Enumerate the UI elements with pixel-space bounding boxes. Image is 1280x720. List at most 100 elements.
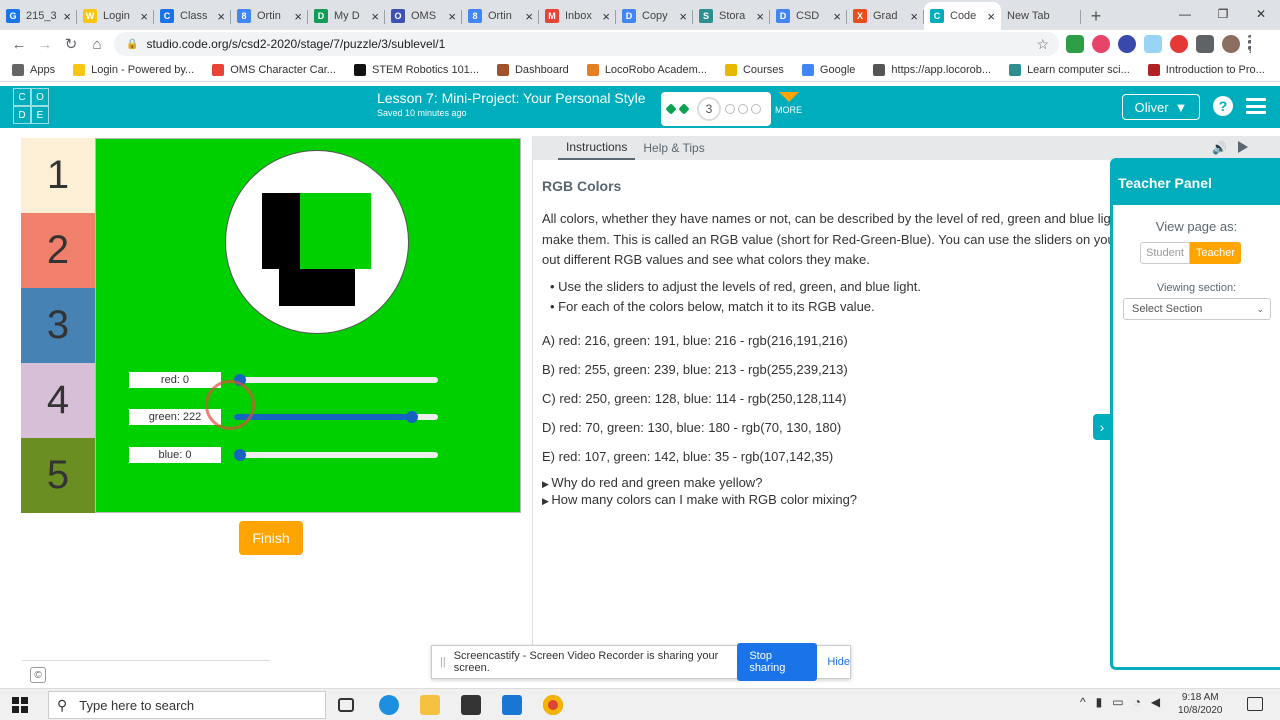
bookmark-item[interactable]: Google bbox=[801, 63, 855, 76]
battery-icon[interactable]: ▭ bbox=[1112, 695, 1123, 709]
stop-sharing-button[interactable]: Stop sharing bbox=[737, 643, 818, 681]
bookmark-star-icon[interactable]: ☆ bbox=[1036, 36, 1049, 53]
store-icon[interactable] bbox=[461, 695, 481, 715]
help-icon[interactable]: ? bbox=[1213, 96, 1233, 116]
level-tile[interactable]: 1 bbox=[21, 138, 95, 213]
minimize-icon[interactable]: — bbox=[1166, 0, 1204, 28]
close-tab-icon[interactable]: × bbox=[63, 9, 71, 24]
browser-tab[interactable]: M Inbox × bbox=[539, 2, 616, 30]
student-view-button[interactable]: Student bbox=[1140, 242, 1190, 264]
volume-icon[interactable]: ◀ bbox=[1151, 695, 1160, 709]
browser-tab[interactable]: D CSD × bbox=[770, 2, 847, 30]
slider-knob[interactable] bbox=[234, 449, 246, 461]
disclosure-rgb-count[interactable]: How many colors can I make with RGB colo… bbox=[542, 492, 1162, 509]
extension-icon[interactable] bbox=[1118, 35, 1136, 53]
close-tab-icon[interactable]: × bbox=[602, 9, 610, 24]
blue-slider[interactable] bbox=[234, 449, 438, 461]
maximize-icon[interactable]: ❐ bbox=[1204, 0, 1242, 28]
current-level-bubble[interactable]: 3 bbox=[697, 97, 721, 121]
hide-button[interactable]: Hide bbox=[827, 656, 850, 668]
close-tab-icon[interactable]: × bbox=[833, 9, 841, 24]
level-tile[interactable]: 4 bbox=[21, 363, 95, 438]
browser-tab[interactable]: 8 Ortin × bbox=[231, 2, 308, 30]
hamburger-menu-icon[interactable] bbox=[1246, 98, 1266, 114]
wifi-icon[interactable]: ◔ bbox=[1134, 695, 1141, 709]
browser-tab[interactable]: D My D × bbox=[308, 2, 385, 30]
level-bubble[interactable] bbox=[725, 104, 735, 114]
level-bubble[interactable] bbox=[751, 104, 761, 114]
url-field[interactable]: 🔒 studio.code.org/s/csd2-2020/stage/7/pu… bbox=[114, 32, 1059, 56]
chrome-icon[interactable] bbox=[543, 695, 563, 715]
browser-tab[interactable]: S Stora × bbox=[693, 2, 770, 30]
close-tab-icon[interactable]: × bbox=[756, 9, 764, 24]
close-tab-icon[interactable]: × bbox=[140, 9, 148, 24]
chrome-menu-icon[interactable] bbox=[1248, 35, 1252, 53]
extension-icon[interactable] bbox=[1092, 35, 1110, 53]
browser-tab[interactable]: 8 Ortin × bbox=[462, 2, 539, 30]
back-arrow-icon[interactable]: ← bbox=[6, 36, 32, 53]
browser-tab[interactable]: W Login × bbox=[77, 2, 154, 30]
completed-level-bubble[interactable] bbox=[665, 103, 677, 115]
taskbar-search-input[interactable]: ⚲ Type here to search bbox=[48, 691, 326, 719]
notification-icon[interactable] bbox=[1247, 697, 1263, 711]
bookmark-item[interactable]: Apps bbox=[12, 63, 55, 76]
drag-handle-icon[interactable]: || bbox=[440, 656, 446, 668]
green-slider[interactable] bbox=[234, 411, 438, 423]
browser-tab[interactable]: C Class × bbox=[154, 2, 231, 30]
browser-tab[interactable]: X Grad × bbox=[847, 2, 924, 30]
usb-icon[interactable]: ▮ bbox=[1096, 695, 1103, 709]
close-tab-icon[interactable]: × bbox=[679, 9, 687, 24]
close-tab-icon[interactable]: × bbox=[217, 9, 225, 24]
bookmark-item[interactable]: OMS Character Car... bbox=[212, 63, 336, 76]
close-tab-icon[interactable]: × bbox=[987, 9, 995, 24]
slider-knob[interactable] bbox=[405, 411, 418, 423]
chevron-up-icon[interactable]: ^ bbox=[1080, 695, 1086, 709]
copyright-icon[interactable]: © bbox=[30, 667, 46, 683]
profile-avatar[interactable] bbox=[1222, 35, 1240, 53]
level-bubble[interactable] bbox=[738, 104, 748, 114]
windows-start-icon[interactable] bbox=[12, 697, 28, 713]
bookmark-item[interactable]: Courses bbox=[724, 63, 784, 76]
extensions-puzzle-icon[interactable] bbox=[1196, 35, 1214, 53]
codeorg-logo[interactable]: C O D E bbox=[13, 88, 49, 124]
level-tile[interactable]: 3 bbox=[21, 288, 95, 363]
bookmark-item[interactable]: LocoRobo Academ... bbox=[586, 63, 707, 76]
close-tab-icon[interactable]: × bbox=[448, 9, 456, 24]
finish-button[interactable]: Finish bbox=[239, 521, 303, 555]
browser-tab[interactable]: C Code × bbox=[924, 2, 1001, 30]
chevron-right-icon[interactable]: › bbox=[1093, 414, 1111, 440]
tab-help-tips[interactable]: Help & Tips bbox=[635, 136, 712, 160]
browser-tab[interactable]: O OMS × bbox=[385, 2, 462, 30]
browser-tab[interactable]: New Tab bbox=[1001, 2, 1081, 30]
user-menu-button[interactable]: Oliver ▼ bbox=[1122, 94, 1200, 120]
tab-instructions[interactable]: Instructions bbox=[558, 136, 636, 160]
bookmark-item[interactable]: https://app.locorob... bbox=[873, 63, 991, 76]
bookmark-item[interactable]: Introduction to Pro... bbox=[1147, 63, 1265, 76]
close-tab-icon[interactable]: × bbox=[294, 9, 302, 24]
home-icon[interactable]: ⌂ bbox=[84, 36, 110, 53]
section-select[interactable]: Select Section ⌄ bbox=[1123, 298, 1271, 320]
mail-icon[interactable] bbox=[502, 695, 522, 715]
bookmark-item[interactable]: Login - Powered by... bbox=[73, 63, 194, 76]
task-view-icon[interactable] bbox=[338, 698, 354, 712]
lesson-title[interactable]: Lesson 7: Mini-Project: Your Personal St… bbox=[377, 90, 645, 106]
close-tab-icon[interactable]: × bbox=[371, 9, 379, 24]
close-window-icon[interactable]: ✕ bbox=[1242, 0, 1280, 28]
extension-icon[interactable] bbox=[1144, 35, 1162, 53]
speaker-icon[interactable]: 🔊 bbox=[1212, 141, 1227, 155]
file-explorer-icon[interactable] bbox=[420, 695, 440, 715]
reload-icon[interactable]: ↻ bbox=[58, 35, 84, 53]
completed-level-bubble[interactable] bbox=[678, 103, 690, 115]
bookmark-item[interactable]: STEM Robotics 101... bbox=[353, 63, 479, 76]
browser-tab[interactable]: D Copy × bbox=[616, 2, 693, 30]
play-icon[interactable] bbox=[1238, 141, 1248, 153]
forward-arrow-icon[interactable]: → bbox=[32, 36, 58, 53]
close-tab-icon[interactable]: × bbox=[910, 9, 918, 24]
close-tab-icon[interactable]: × bbox=[525, 9, 533, 24]
browser-tab[interactable]: G 215_3 × bbox=[0, 2, 77, 30]
new-tab-button[interactable]: + bbox=[1081, 2, 1111, 30]
disclosure-red-green-yellow[interactable]: Why do red and green make yellow? bbox=[542, 475, 1162, 492]
extension-icon[interactable] bbox=[1170, 35, 1188, 53]
red-slider[interactable] bbox=[234, 374, 438, 386]
level-tile[interactable]: 2 bbox=[21, 213, 95, 288]
